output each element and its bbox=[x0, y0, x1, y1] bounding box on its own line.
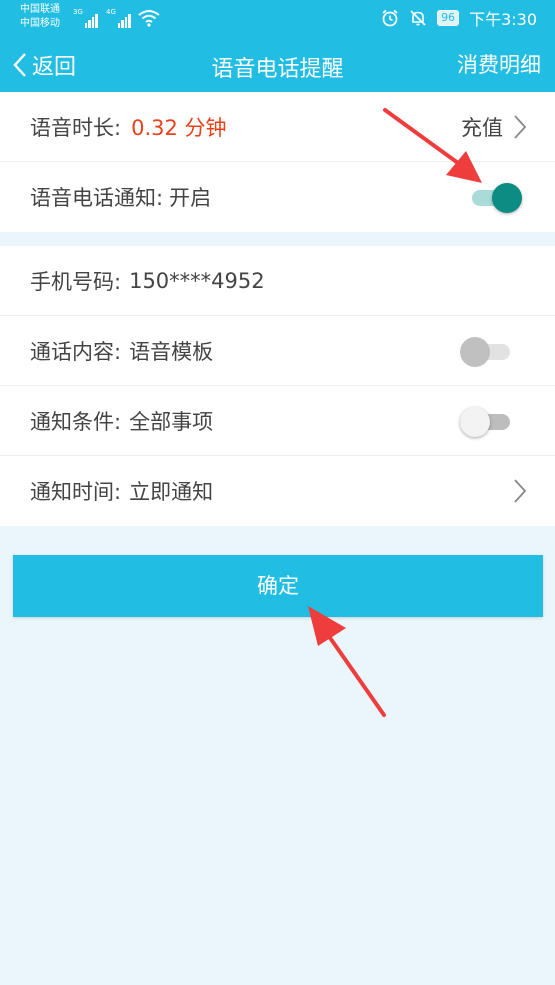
signal-2-icon: 4G bbox=[106, 8, 131, 28]
settings-group: 手机号码: 150****4952 通话内容: 语音模板 通知条件: 全部事项 … bbox=[0, 246, 555, 526]
notify-condition-value: 全部事项 bbox=[129, 409, 214, 434]
annotation-arrow-confirm bbox=[308, 606, 386, 717]
annotation-arrow-toggle bbox=[383, 108, 482, 183]
status-time: 下午3:30 bbox=[469, 10, 537, 29]
call-content-toggle[interactable] bbox=[460, 336, 510, 367]
call-content-row: 通话内容: 语音模板 bbox=[0, 316, 555, 386]
carrier-info: 中国联通 中国移动 bbox=[20, 3, 60, 31]
carrier-1: 中国联通 bbox=[20, 4, 60, 15]
notify-condition-label: 通知条件: bbox=[30, 409, 122, 434]
voice-duration-value: 0.32 分钟 bbox=[131, 115, 227, 140]
network-type-2: 4G bbox=[106, 8, 116, 16]
phone-number-row: 手机号码: 150****4952 bbox=[0, 246, 555, 316]
confirm-button[interactable]: 确定 bbox=[13, 555, 543, 617]
chevron-right-icon bbox=[514, 479, 527, 503]
status-bar: 中国联通 中国移动 3G 4G 96 下午3:30 bbox=[0, 0, 555, 36]
notify-condition-toggle[interactable] bbox=[460, 406, 510, 437]
notify-time-label: 通知时间: bbox=[30, 480, 122, 504]
call-content-value: 语音模板 bbox=[129, 339, 214, 364]
battery-indicator: 96 bbox=[437, 10, 460, 26]
network-type-1: 3G bbox=[73, 8, 83, 16]
call-content-label: 通话内容: bbox=[30, 339, 122, 364]
voice-call-notify-label: 语音电话通知: bbox=[30, 186, 164, 210]
consumption-details-link[interactable]: 消费明细 bbox=[457, 49, 541, 79]
signal-1-icon: 3G bbox=[73, 8, 98, 28]
carrier-2: 中国移动 bbox=[20, 18, 60, 29]
mute-bell-icon bbox=[410, 10, 426, 26]
notify-condition-row: 通知条件: 全部事项 bbox=[0, 386, 555, 456]
wifi-icon bbox=[138, 10, 160, 27]
nav-bar: 返回 语音电话提醒 消费明细 bbox=[0, 36, 555, 92]
alarm-icon bbox=[382, 9, 398, 27]
phone-number-value: 150****4952 bbox=[129, 268, 265, 293]
voice-duration-label: 语音时长: bbox=[30, 115, 122, 140]
notify-time-chevron[interactable] bbox=[513, 456, 527, 526]
chevron-right-icon bbox=[514, 115, 527, 139]
phone-number-label: 手机号码: bbox=[30, 269, 122, 294]
voice-call-notify-state: 开启 bbox=[169, 186, 212, 210]
notify-time-row[interactable]: 通知时间: 立即通知 bbox=[0, 456, 555, 526]
notify-time-value: 立即通知 bbox=[129, 480, 214, 504]
